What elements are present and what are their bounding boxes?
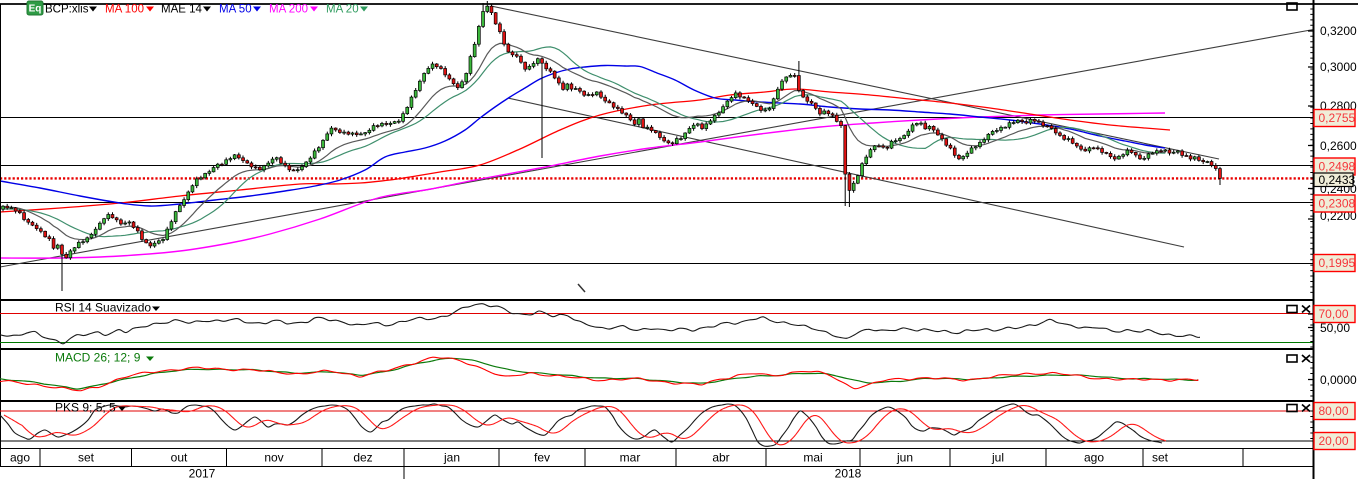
svg-text:mar: mar (620, 451, 641, 465)
svg-text:MACD 26; 12; 9: MACD 26; 12; 9 (55, 351, 141, 365)
svg-text:2017: 2017 (189, 467, 216, 479)
svg-text:nov: nov (264, 451, 283, 465)
svg-text:BCP:xlis: BCP:xlis (45, 4, 89, 16)
svg-text:jan: jan (443, 451, 460, 465)
svg-text:MA 100: MA 100 (105, 4, 144, 16)
svg-text:0,1995: 0,1995 (1319, 256, 1356, 270)
svg-text:0,2755: 0,2755 (1319, 111, 1356, 125)
svg-text:80,00: 80,00 (1319, 404, 1349, 418)
svg-text:0,2308: 0,2308 (1319, 197, 1356, 211)
svg-text:MA 50: MA 50 (219, 4, 252, 16)
svg-text:set: set (78, 451, 95, 465)
svg-text:out: out (171, 451, 188, 465)
svg-text:RSI 14 Suavizado: RSI 14 Suavizado (55, 301, 151, 315)
svg-text:0,3200: 0,3200 (1320, 24, 1357, 38)
svg-text:set: set (1152, 451, 1169, 465)
svg-text:0,0000: 0,0000 (1320, 373, 1357, 387)
svg-text:PKS 9; 5; 5: PKS 9; 5; 5 (55, 401, 116, 415)
svg-text:0,2498: 0,2498 (1319, 160, 1356, 174)
svg-text:ago: ago (10, 451, 30, 465)
svg-text:2018: 2018 (835, 467, 862, 479)
svg-text:ago: ago (1084, 451, 1104, 465)
svg-text:MA 200: MA 200 (269, 4, 308, 16)
svg-text:MA 20: MA 20 (326, 4, 359, 16)
svg-text:70,00: 70,00 (1319, 307, 1349, 321)
svg-text:jul: jul (991, 451, 1004, 465)
svg-text:0,2433: 0,2433 (1319, 173, 1356, 187)
svg-text:fev: fev (534, 451, 550, 465)
svg-text:Eq: Eq (29, 4, 42, 15)
svg-text:0,2600: 0,2600 (1320, 139, 1357, 153)
svg-text:jun: jun (896, 451, 913, 465)
svg-text:MAE 14: MAE 14 (161, 4, 203, 16)
svg-text:dez: dez (353, 451, 372, 465)
svg-text:mai: mai (803, 451, 822, 465)
svg-text:0,3000: 0,3000 (1320, 60, 1357, 74)
svg-text:abr: abr (712, 451, 729, 465)
svg-text:20,00: 20,00 (1319, 434, 1349, 448)
